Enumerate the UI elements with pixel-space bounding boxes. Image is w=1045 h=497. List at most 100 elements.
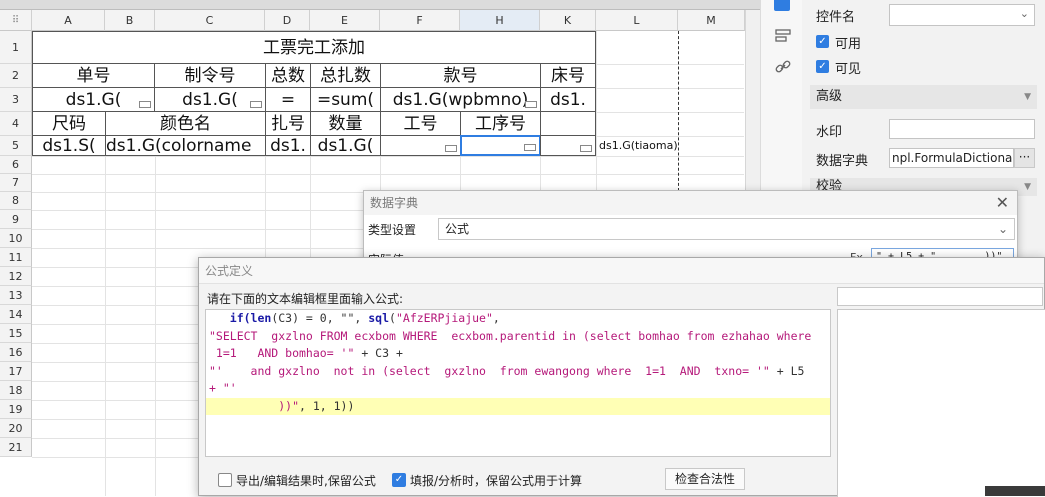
code-line: + "' bbox=[209, 381, 237, 395]
row-header[interactable]: 18 bbox=[0, 381, 32, 400]
cell-f4[interactable]: 工号 bbox=[380, 111, 461, 136]
code-token: , bbox=[492, 311, 500, 325]
cell-c2[interactable]: 制令号 bbox=[154, 63, 266, 88]
cell-a5[interactable]: ds1.S( bbox=[32, 135, 106, 156]
keep-formula-export-checkbox[interactable] bbox=[218, 473, 232, 487]
cell-k2[interactable]: 床号 bbox=[540, 63, 596, 88]
cell-c3[interactable]: ds1.G( bbox=[154, 87, 266, 112]
dictionary-value-field[interactable]: npl.FormulaDictionary bbox=[889, 148, 1014, 168]
cell-k4[interactable] bbox=[540, 111, 596, 136]
control-name-select[interactable]: ⌄ bbox=[889, 4, 1035, 26]
col-header-a[interactable]: A bbox=[32, 10, 105, 31]
cell-h5-selected[interactable] bbox=[460, 135, 541, 156]
cell-f3[interactable]: ds1.G(wpbmno) bbox=[380, 87, 541, 112]
row-header[interactable]: 9 bbox=[0, 210, 32, 229]
row-header[interactable]: 1 bbox=[0, 31, 32, 64]
code-token: (C3) = 0, "", bbox=[271, 311, 369, 325]
col-header-l[interactable]: L bbox=[596, 10, 678, 31]
row-header[interactable]: 4 bbox=[0, 112, 32, 136]
row-header[interactable]: 19 bbox=[0, 400, 32, 419]
code-token: ))" bbox=[209, 398, 300, 413]
row-header[interactable]: 3 bbox=[0, 88, 32, 112]
watermark-label: 水印 bbox=[816, 125, 843, 140]
cell-a4[interactable]: 尺码 bbox=[32, 111, 106, 136]
control-name-label: 控件名 bbox=[816, 10, 856, 25]
row-header[interactable]: 13 bbox=[0, 286, 32, 305]
enabled-label: 可用 bbox=[835, 37, 862, 52]
expand-toggle-icon[interactable] bbox=[774, 0, 790, 11]
col-header-m[interactable]: M bbox=[678, 10, 745, 31]
col-header-k[interactable]: K bbox=[540, 10, 596, 31]
row-header[interactable]: 12 bbox=[0, 267, 32, 286]
col-header-h[interactable]: H bbox=[460, 10, 540, 31]
row-header[interactable]: 7 bbox=[0, 174, 32, 192]
col-header-f[interactable]: F bbox=[380, 10, 460, 31]
row-header[interactable]: 21 bbox=[0, 438, 32, 457]
cell-f5[interactable] bbox=[380, 135, 461, 156]
type-setting-select[interactable]: 公式 ⌄ bbox=[438, 218, 1015, 240]
check-validity-button[interactable]: 检查合法性 bbox=[665, 468, 745, 490]
code-token: + L5 bbox=[769, 363, 805, 378]
row-header[interactable]: 6 bbox=[0, 156, 32, 174]
row-header[interactable]: 11 bbox=[0, 248, 32, 267]
dictionary-edit-button[interactable]: ··· bbox=[1014, 148, 1035, 168]
cell-k3[interactable]: ds1. bbox=[540, 87, 596, 112]
cell-d5[interactable]: ds1. bbox=[265, 135, 311, 156]
cell-f3-text: ds1.G(wpbmno) bbox=[392, 90, 529, 110]
cell-b5[interactable]: ds1.G(colorname bbox=[105, 135, 266, 156]
function-search-input[interactable] bbox=[837, 287, 1043, 306]
advanced-section-header[interactable]: 高级 ▼ bbox=[810, 85, 1037, 109]
type-setting-value: 公式 bbox=[445, 222, 470, 236]
col-header-d[interactable]: D bbox=[265, 10, 310, 31]
chevron-down-icon: ⌄ bbox=[997, 222, 1008, 236]
col-header-e[interactable]: E bbox=[310, 10, 380, 31]
cell-l5[interactable]: ds1.G(tiaoma) bbox=[599, 139, 679, 153]
cell-e5[interactable]: ds1.G( bbox=[310, 135, 381, 156]
cell-d4[interactable]: 扎号 bbox=[265, 111, 311, 136]
enabled-checkbox[interactable]: ✓ bbox=[816, 35, 829, 48]
keep-formula-calc-label: 填报/分析时，保留公式用于计算 bbox=[410, 474, 583, 488]
row-header[interactable]: 15 bbox=[0, 324, 32, 343]
row-header[interactable]: 20 bbox=[0, 419, 32, 438]
cell-e3[interactable]: =sum( bbox=[310, 87, 381, 112]
cell-b4[interactable]: 颜色名 bbox=[105, 111, 266, 136]
row-header[interactable]: 2 bbox=[0, 64, 32, 88]
code-token: ( bbox=[389, 311, 396, 325]
cell-f2[interactable]: 款号 bbox=[380, 63, 541, 88]
cell-e2[interactable]: 总扎数 bbox=[310, 63, 381, 88]
watermark-input[interactable] bbox=[889, 119, 1035, 139]
function-list-panel[interactable] bbox=[837, 309, 1045, 497]
cell-e4[interactable]: 数量 bbox=[310, 111, 381, 136]
formula-prompt-label: 请在下面的文本编辑框里面输入公式: bbox=[207, 292, 404, 306]
formula-dialog-title: 公式定义 bbox=[199, 258, 1044, 284]
cell-k5[interactable] bbox=[540, 135, 596, 156]
cell-d2[interactable]: 总数 bbox=[265, 63, 311, 88]
cell-a3-text: ds1.G( bbox=[65, 90, 122, 110]
title-cell[interactable]: 工票完工添加 bbox=[32, 31, 596, 64]
row-header[interactable]: 10 bbox=[0, 229, 32, 248]
cell-a2[interactable]: 单号 bbox=[32, 63, 155, 88]
col-header-c[interactable]: C bbox=[155, 10, 265, 31]
cell-d3[interactable]: = bbox=[265, 87, 311, 112]
row-header[interactable]: 16 bbox=[0, 343, 32, 362]
col-header-b[interactable]: B bbox=[105, 10, 155, 31]
visible-label: 可见 bbox=[835, 62, 862, 77]
row-header[interactable]: 5 bbox=[0, 136, 32, 156]
row-header[interactable]: 14 bbox=[0, 305, 32, 324]
close-icon[interactable]: ✕ bbox=[996, 193, 1009, 212]
visible-checkbox[interactable]: ✓ bbox=[816, 60, 829, 73]
cell-k5-widget-icon bbox=[580, 145, 592, 152]
code-token: "' and gxzlno not in (select gxzlno from… bbox=[209, 363, 770, 378]
code-token: , 1, 1)) bbox=[299, 398, 355, 413]
select-all-corner[interactable]: ⠿ bbox=[0, 10, 32, 31]
cell-c3-widget-icon bbox=[250, 101, 262, 108]
keep-formula-calc-checkbox[interactable]: ✓ bbox=[392, 473, 406, 487]
cell-a3[interactable]: ds1.G( bbox=[32, 87, 155, 112]
row-header[interactable]: 17 bbox=[0, 362, 32, 381]
row-header[interactable]: 8 bbox=[0, 192, 32, 210]
widget-settings-icon[interactable] bbox=[773, 28, 793, 46]
formula-editor[interactable]: if(len(C3) = 0, "", sql("AfzERPjiajue" , … bbox=[205, 309, 831, 457]
collapse-arrow-icon: ▼ bbox=[1024, 92, 1031, 102]
cell-h4[interactable]: 工序号 bbox=[460, 111, 541, 136]
hyperlink-icon[interactable] bbox=[773, 58, 793, 76]
